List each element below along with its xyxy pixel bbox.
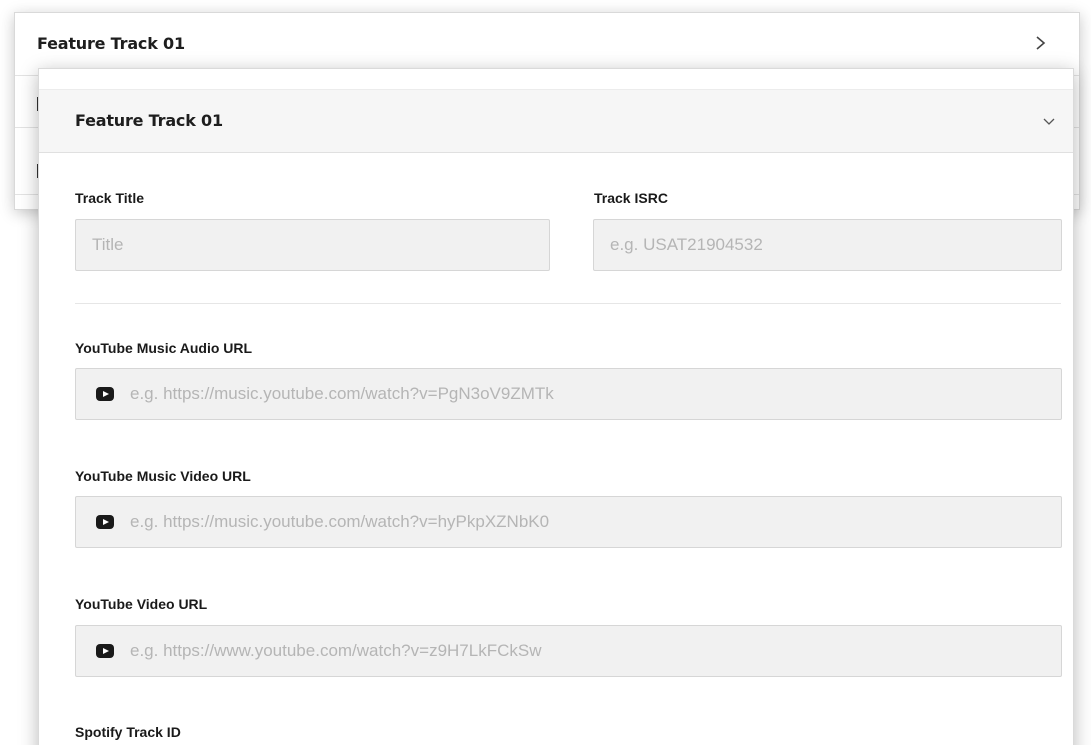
youtube-icon	[96, 644, 114, 658]
yt-music-audio-input[interactable]	[75, 368, 1062, 420]
yt-music-video-input[interactable]	[75, 496, 1062, 548]
yt-music-video-label: YouTube Music Video URL	[75, 468, 251, 484]
chevron-right-icon[interactable]	[1031, 31, 1051, 55]
yt-music-audio-label: YouTube Music Audio URL	[75, 340, 253, 356]
front-accordion-header[interactable]: Feature Track 01	[39, 89, 1073, 153]
track-isrc-label: Track ISRC	[594, 190, 668, 206]
youtube-icon	[96, 387, 114, 401]
youtube-icon	[96, 515, 114, 529]
yt-video-input[interactable]	[75, 625, 1062, 677]
track-isrc-input[interactable]	[593, 219, 1062, 271]
back-accordion-header[interactable]: Feature Track 01	[15, 13, 1079, 76]
track-title-label: Track Title	[75, 190, 145, 206]
front-accordion-title: Feature Track 01	[75, 111, 223, 130]
section-divider	[75, 303, 1061, 304]
yt-video-label: YouTube Video URL	[75, 596, 208, 612]
chevron-down-icon[interactable]	[1041, 113, 1057, 129]
track-title-input[interactable]	[75, 219, 550, 271]
front-accordion-card: Feature Track 01 Track Title Track ISRC …	[38, 68, 1074, 745]
spotify-track-id-label: Spotify Track ID	[75, 724, 181, 740]
screen: Feature Track 01 Feature Track 01 Track …	[0, 0, 1091, 745]
back-accordion-title: Feature Track 01	[37, 34, 185, 53]
